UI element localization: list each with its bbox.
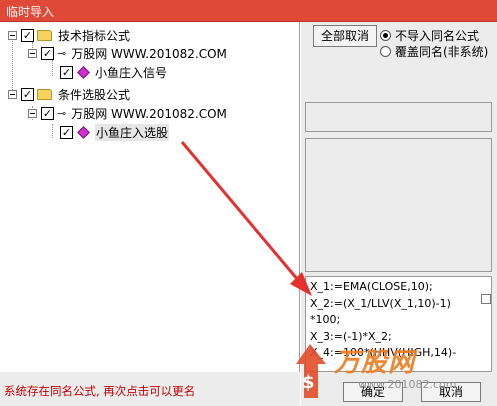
node-checkbox[interactable]: ✓	[60, 125, 73, 139]
radio-skip-duplicates[interactable]: 不导入同名公式	[380, 27, 479, 44]
tree-node-screening[interactable]: ✓ 条件选股公式	[8, 85, 130, 103]
watermark: $ 万股网 www.201082.com	[288, 340, 488, 406]
code-option-checkbox[interactable]	[481, 294, 491, 304]
node-checkbox[interactable]: ✓	[60, 65, 73, 79]
radio-selected-icon[interactable]	[380, 30, 391, 41]
watermark-logo-icon: $	[296, 344, 326, 398]
code-line: X_1:=EMA(CLOSE,10);	[310, 280, 433, 293]
folder-icon	[37, 88, 52, 100]
tree-node-signal-formula[interactable]: ✓ 小鱼庄入信号	[60, 63, 167, 81]
status-message: 系统存在同名公式, 再次点击可以更名	[0, 372, 300, 406]
info-box	[305, 102, 492, 132]
tree-connector	[52, 124, 53, 138]
svg-text:$: $	[302, 372, 315, 393]
radio-overwrite-duplicates[interactable]: 覆盖同名(非系统)	[380, 43, 488, 60]
preview-box	[305, 138, 492, 272]
tree-node-screening-source[interactable]: ✓ ⊸ 万股网 WWW.201082.COM	[28, 104, 227, 122]
formula-tree[interactable]: ✓ 技术指标公式 ✓ ⊸ 万股网 WWW.201082.COM ✓ 小鱼庄入信号…	[0, 22, 300, 372]
node-label-selected: 小鱼庄入选股	[95, 123, 170, 141]
node-checkbox[interactable]: ✓	[21, 87, 34, 101]
title-bar: 临时导入	[0, 0, 497, 22]
collapse-icon[interactable]	[28, 108, 37, 118]
formula-icon	[77, 65, 90, 79]
code-line: *100;	[310, 313, 341, 326]
tree-node-screening-formula[interactable]: ✓ 小鱼庄入选股	[60, 123, 170, 141]
formula-icon	[77, 125, 90, 139]
tree-node-technical[interactable]: ✓ 技术指标公式	[8, 26, 130, 44]
node-label: 条件选股公式	[58, 87, 131, 102]
key-icon: ⊸	[57, 46, 67, 60]
node-checkbox[interactable]: ✓	[41, 46, 54, 60]
node-label: 万股网 WWW.201082.COM	[71, 106, 227, 121]
tree-connector	[52, 60, 53, 76]
node-checkbox[interactable]: ✓	[41, 106, 54, 120]
folder-icon	[37, 29, 52, 41]
key-icon: ⊸	[57, 106, 67, 120]
collapse-icon[interactable]	[28, 48, 37, 58]
watermark-brand: 万股网	[334, 348, 416, 378]
radio-label: 覆盖同名(非系统)	[395, 45, 489, 59]
node-checkbox[interactable]: ✓	[21, 28, 34, 42]
node-label: 技术指标公式	[58, 28, 131, 43]
cancel-all-button[interactable]: 全部取消	[313, 25, 377, 47]
node-label: 小鱼庄入信号	[95, 65, 168, 80]
code-line: X_2:=(X_1/LLV(X_1,10)-1)	[310, 296, 451, 310]
watermark-url: www.201082.com	[358, 378, 457, 391]
collapse-icon[interactable]	[8, 89, 17, 99]
radio-label: 不导入同名公式	[395, 29, 480, 43]
radio-unselected-icon[interactable]	[380, 46, 391, 57]
tree-node-technical-source[interactable]: ✓ ⊸ 万股网 WWW.201082.COM	[28, 44, 227, 62]
node-label: 万股网 WWW.201082.COM	[71, 46, 227, 61]
window-title: 临时导入	[6, 5, 55, 19]
collapse-icon[interactable]	[8, 30, 17, 40]
